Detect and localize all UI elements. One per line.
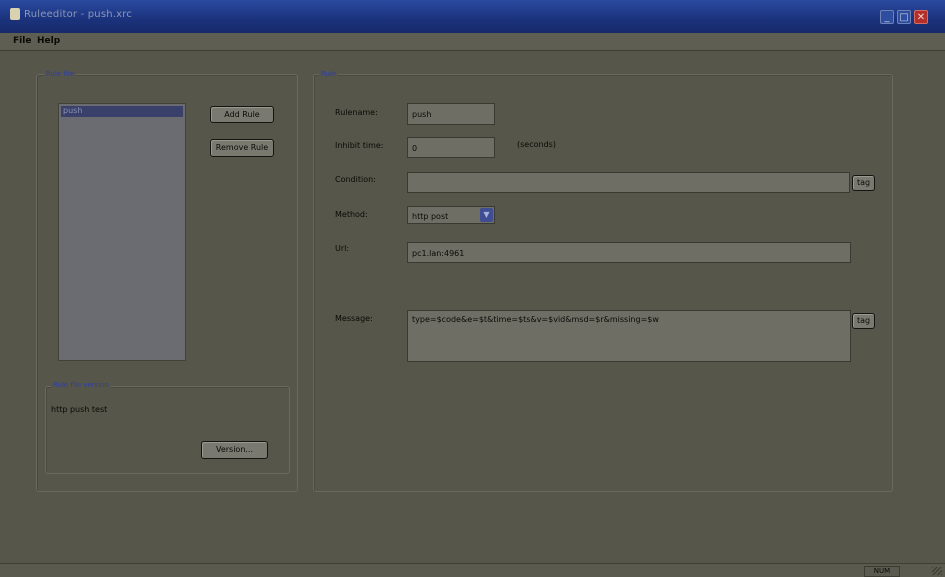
status-bar: NUM bbox=[0, 563, 945, 577]
rule-file-version-group bbox=[45, 386, 290, 474]
rule-list[interactable]: push bbox=[58, 103, 186, 361]
menu-file[interactable]: File bbox=[13, 36, 31, 46]
message-tag-button[interactable]: tag bbox=[852, 313, 875, 329]
inhibit-time-input[interactable]: 0 bbox=[407, 137, 495, 158]
menu-bar: File Help bbox=[0, 33, 945, 51]
rule-legend: Rule bbox=[319, 70, 339, 78]
message-label: Message: bbox=[335, 314, 373, 323]
method-select[interactable]: http post ▼ bbox=[407, 206, 495, 224]
num-lock-indicator: NUM bbox=[864, 566, 900, 577]
condition-input[interactable] bbox=[407, 172, 850, 193]
close-button[interactable]: ✕ bbox=[914, 10, 928, 24]
rule-file-version-legend: Rule file version bbox=[51, 381, 111, 389]
remove-rule-button[interactable]: Remove Rule bbox=[210, 139, 274, 157]
version-text: http push test bbox=[51, 405, 108, 414]
menu-help[interactable]: Help bbox=[37, 36, 60, 46]
add-rule-button[interactable]: Add Rule bbox=[210, 106, 274, 123]
list-item[interactable]: push bbox=[61, 106, 183, 117]
rule-file-legend: Rule file bbox=[44, 70, 77, 78]
method-value: http post bbox=[412, 212, 449, 221]
url-label: Url: bbox=[335, 244, 350, 253]
minimize-button[interactable]: _ bbox=[880, 10, 894, 24]
app-icon bbox=[10, 8, 20, 20]
version-button[interactable]: Version... bbox=[201, 441, 268, 459]
chevron-down-icon[interactable]: ▼ bbox=[480, 208, 493, 222]
condition-tag-button[interactable]: tag bbox=[852, 175, 875, 191]
inhibit-unit-label: (seconds) bbox=[517, 140, 556, 149]
resize-grip-icon[interactable] bbox=[932, 567, 942, 575]
rule-group bbox=[313, 74, 893, 492]
maximize-button[interactable]: □ bbox=[897, 10, 911, 24]
condition-label: Condition: bbox=[335, 175, 376, 184]
title-bar: Ruleeditor - push.xrc _ □ ✕ bbox=[0, 0, 945, 33]
method-label: Method: bbox=[335, 210, 368, 219]
rulename-input[interactable]: push bbox=[407, 103, 495, 125]
rulename-label: Rulename: bbox=[335, 108, 378, 117]
url-input[interactable]: pc1.lan:4961 bbox=[407, 242, 851, 263]
window-title: Ruleeditor - push.xrc bbox=[24, 9, 133, 20]
inhibit-time-label: Inhibit time: bbox=[335, 141, 384, 150]
message-textarea[interactable]: type=$code&e=$t&time=$ts&v=$vid&msd=$r&m… bbox=[407, 310, 851, 362]
